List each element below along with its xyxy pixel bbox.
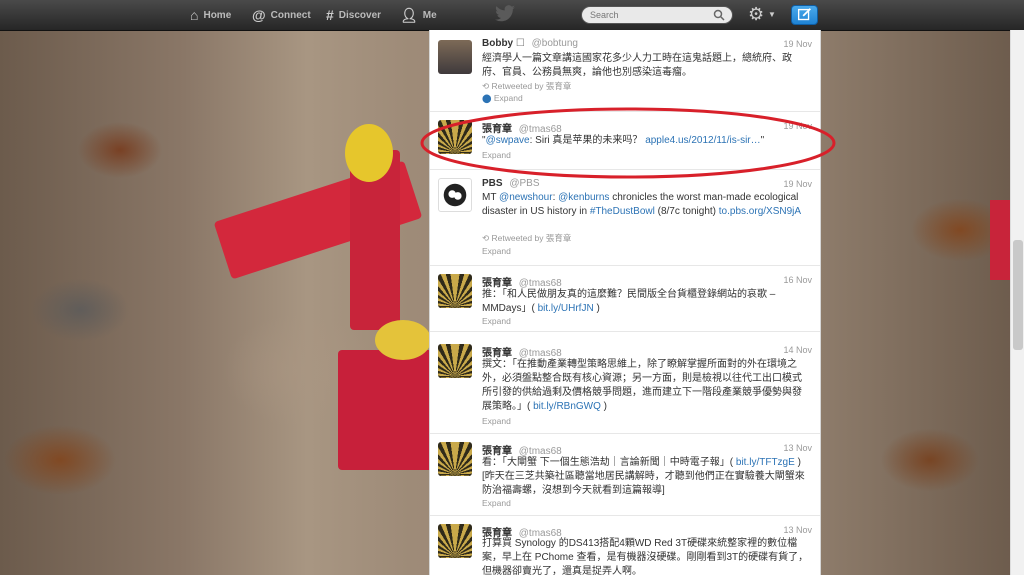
compose-tweet-button[interactable]: [791, 5, 818, 25]
text-fragment: 推：「和人民做朋友真的這麼難？民間版全台貨櫃登錄網站的哀歌 – MMDays」(: [482, 289, 776, 314]
top-navigation-bar: ⌂ Home @ Connect # Discover 👤︎ Me Search…: [0, 0, 1024, 31]
text-fragment: ): [593, 303, 600, 314]
retweet-label: Retweeted by 張育章: [491, 81, 572, 91]
tweet-time[interactable]: 13 Nov: [783, 525, 812, 535]
tweet-item[interactable]: Bobby ☐ @bobtung 19 Nov 經濟學人一篇文章講這國家花多少人…: [430, 30, 820, 112]
url-link[interactable]: bit.ly/UHrfJN: [538, 303, 594, 314]
tweet-time[interactable]: 13 Nov: [783, 443, 812, 453]
tweet-item[interactable]: 張育章 @tmas68 13 Nov 看：「大閘蟹 下一個生態浩劫｜言論新聞｜中…: [430, 434, 820, 516]
home-icon: ⌂: [190, 7, 199, 23]
avatar[interactable]: [438, 178, 472, 212]
person-icon: 👤︎: [400, 6, 418, 23]
tweet-header: Bobby ☐ @bobtung: [482, 38, 578, 49]
text-fragment: 撰文：「在推動產業轉型策略思維上，除了瞭解掌握所面對的外在環境之外，必須盤點整合…: [482, 359, 802, 412]
nav-connect-label: Connect: [270, 9, 311, 21]
hashtag-icon: #: [326, 7, 334, 23]
location-pin-icon: ⬤: [482, 93, 492, 103]
search-input[interactable]: Search: [581, 6, 733, 24]
tweet-author-handle[interactable]: @bobtung: [532, 38, 578, 49]
twitter-bird-icon[interactable]: [494, 5, 516, 23]
nav-me-label: Me: [422, 9, 437, 21]
lego-wheel: [345, 124, 393, 182]
lego-gear: [375, 320, 431, 360]
nav-discover-label: Discover: [338, 9, 382, 21]
tweet-author-name[interactable]: Bobby: [482, 38, 513, 49]
tweet-item[interactable]: 張育章 @tmas68 13 Nov 打算買 Synology 的DS413搭配…: [430, 516, 820, 575]
pbs-logo-icon: [443, 183, 467, 207]
avatar[interactable]: [438, 344, 472, 378]
avatar[interactable]: [438, 40, 472, 74]
text-fragment: (8/7c tonight): [654, 206, 719, 217]
nav-discover[interactable]: # Discover: [326, 0, 381, 30]
tweet-text: MT @newshour: @kenburns chronicles the w…: [482, 191, 810, 219]
nav-me[interactable]: 👤︎ Me: [400, 0, 437, 30]
mention-link[interactable]: @newshour: [499, 192, 553, 203]
text-fragment: MT: [482, 192, 500, 203]
page-scrollbar[interactable]: [1010, 30, 1024, 575]
retweet-info: ⟲ Retweeted by 張育章: [482, 80, 571, 92]
avatar[interactable]: [438, 274, 472, 308]
scrollbar-thumb[interactable]: [1013, 240, 1023, 350]
at-icon: @: [252, 7, 266, 23]
tweet-time[interactable]: 16 Nov: [783, 275, 812, 285]
url-link[interactable]: to.pbs.org/XSN9jA: [719, 206, 801, 217]
avatar[interactable]: [438, 442, 472, 476]
expand-link[interactable]: Expand: [482, 416, 511, 426]
tweet-text: 撰文：「在推動產業轉型策略思維上，除了瞭解掌握所面對的外在環境之外，必須盤點整合…: [482, 358, 810, 414]
tweet-header: 張育章 @tmas68: [482, 442, 562, 457]
retweet-info: ⟲ Retweeted by 張育章: [482, 232, 571, 244]
retweet-label: Retweeted by 張育章: [491, 233, 572, 243]
lego-base: [338, 350, 438, 470]
avatar[interactable]: [438, 524, 472, 558]
tweet-text: 看：「大閘蟹 下一個生態浩劫｜言論新聞｜中時電子報」( bit.ly/TFTzg…: [482, 456, 810, 498]
url-link[interactable]: bit.ly/TFTzgE: [736, 457, 795, 468]
red-highlight-ellipse: [420, 107, 836, 179]
tweet-text: 推：「和人民做朋友真的這麼難？民間版全台貨櫃登錄網站的哀歌 – MMDays」(…: [482, 288, 810, 316]
text-fragment: 看：「大閘蟹 下一個生態浩劫｜言論新聞｜中時電子報」(: [482, 457, 736, 468]
nav-home[interactable]: ⌂ Home: [190, 0, 231, 30]
verified-icon: ☐: [515, 38, 525, 49]
tweet-header: 張育章 @tmas68: [482, 274, 562, 289]
tweet-item[interactable]: 張育章 @tmas68 16 Nov 推：「和人民做朋友真的這麼難？民間版全台貨…: [430, 266, 820, 332]
tweet-time[interactable]: 14 Nov: [783, 345, 812, 355]
expand-link[interactable]: Expand: [482, 246, 511, 256]
tweet-item[interactable]: 張育章 @tmas68 14 Nov 撰文：「在推動產業轉型策略思維上，除了瞭解…: [430, 336, 820, 434]
text-fragment: ): [600, 401, 608, 412]
search-icon[interactable]: [713, 9, 725, 21]
tweet-text: 打算買 Synology 的DS413搭配4顆WD Red 3T硬碟來統整家裡的…: [482, 538, 809, 575]
tweet-item[interactable]: PBS @PBS 19 Nov MT @newshour: @kenburns …: [430, 170, 820, 266]
nav-home-label: Home: [203, 9, 232, 21]
tweet-text: 經濟學人一篇文章講這國家花多少人力工時在這鬼話題上，總統府、政府、官員、公務員無…: [482, 53, 792, 78]
expand-label: Expand: [493, 93, 523, 103]
mention-link[interactable]: @kenburns: [558, 192, 609, 203]
expand-link[interactable]: ⬤ Expand: [482, 93, 523, 104]
compose-icon: [797, 8, 811, 21]
expand-link[interactable]: Expand: [482, 316, 511, 326]
nav-connect[interactable]: @ Connect: [252, 0, 311, 30]
tweet-header: 張育章 @tmas68: [482, 344, 562, 359]
tweet-time[interactable]: 19 Nov: [783, 39, 812, 49]
gear-icon[interactable]: ⚙: [748, 4, 764, 25]
chevron-down-icon[interactable]: ▼: [768, 10, 776, 19]
hashtag-link[interactable]: #TheDustBowl: [590, 206, 655, 217]
expand-link[interactable]: Expand: [482, 498, 511, 508]
url-link[interactable]: bit.ly/RBnGWQ: [533, 401, 601, 412]
